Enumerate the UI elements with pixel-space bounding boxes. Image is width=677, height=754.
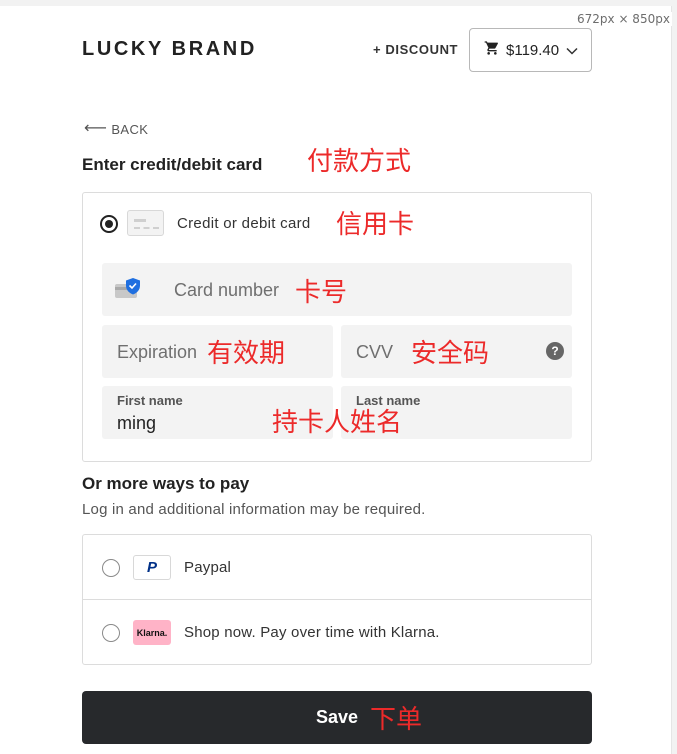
more-ways-subtext: Log in and additional information may be… (82, 501, 426, 518)
more-ways-heading: Or more ways to pay (82, 474, 250, 493)
chevron-down-icon (566, 42, 578, 59)
first-name-label: First name (117, 393, 183, 408)
credit-card-icon (127, 210, 164, 236)
cvv-placeholder: CVV (356, 342, 394, 362)
cart-total: $119.40 (506, 41, 560, 59)
cart-icon (484, 40, 500, 60)
arrow-left-icon: ⟵ (84, 120, 108, 137)
back-link[interactable]: ⟵ BACK (84, 121, 148, 137)
klarna-radio[interactable] (102, 624, 120, 642)
annotation-payment-method: 付款方式 (307, 147, 412, 177)
paypal-label: Paypal (184, 559, 232, 576)
save-button-label: Save (315, 707, 359, 727)
annotation-place-order: 下单 (370, 705, 423, 735)
discount-link[interactable]: + DISCOUNT (373, 42, 458, 57)
payment-option-paypal[interactable]: P Paypal (83, 535, 591, 600)
first-name-value: ming (117, 413, 157, 433)
annotation-credit-card: 信用卡 (336, 210, 415, 240)
back-label: BACK (111, 121, 149, 137)
payment-option-klarna[interactable]: Klarna. Shop now. Pay over time with Kla… (83, 600, 591, 665)
save-button[interactable]: Save (82, 691, 592, 744)
card-section-heading: Enter credit/debit card (82, 155, 263, 174)
annotation-card-number: 卡号 (295, 278, 348, 308)
card-number-placeholder: Card number (174, 280, 280, 300)
cart-summary-button[interactable]: $119.40 (469, 28, 592, 72)
secure-card-icon (115, 278, 140, 298)
annotation-cvv: 安全码 (411, 339, 490, 369)
credit-card-radio[interactable] (100, 215, 118, 233)
brand-logo[interactable]: LUCKY BRAND (82, 38, 257, 61)
last-name-label: Last name (356, 393, 421, 408)
klarna-label: Shop now. Pay over time with Klarna. (184, 624, 440, 641)
cvv-help-icon[interactable]: ? (546, 342, 564, 360)
viewport-size-label: 672px × 850px (575, 12, 672, 26)
credit-card-option-label: Credit or debit card (177, 215, 311, 232)
annotation-expiration: 有效期 (207, 339, 286, 369)
expiration-placeholder: Expiration (117, 342, 198, 362)
alt-payment-list: P Paypal Klarna. Shop now. Pay over time… (82, 534, 592, 665)
annotation-cardholder: 持卡人姓名 (272, 408, 403, 438)
paypal-radio[interactable] (102, 559, 120, 577)
klarna-logo-icon: Klarna. (133, 620, 171, 645)
paypal-logo-icon: P (133, 555, 171, 580)
